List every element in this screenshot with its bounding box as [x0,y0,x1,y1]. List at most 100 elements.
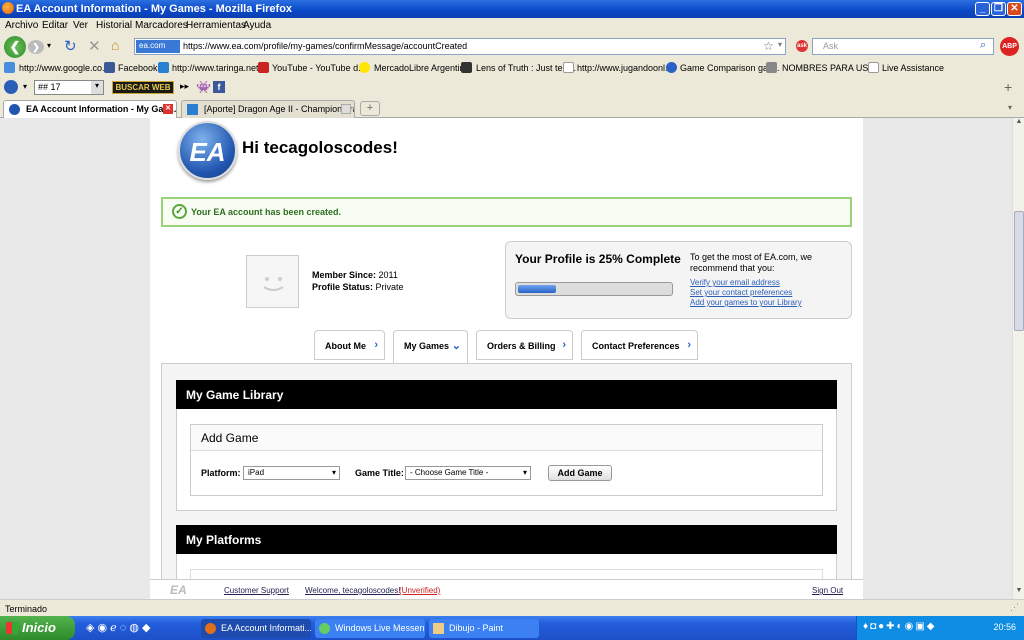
google-icon [4,62,15,73]
ask-engine-icon[interactable]: ask [796,40,808,52]
unverified-link[interactable]: (Unverified) [399,586,440,595]
ea-logo[interactable]: EA [178,121,237,180]
bookmark-taringa[interactable]: http://www.taringa.net/ [172,63,261,73]
tab-about-me-label: About Me [325,341,366,351]
dropdown-arrow-icon: ▾ [522,468,527,477]
grid-icon [766,62,777,73]
system-tray: ♦◘●✚◐◉▣◆ 20:56 [856,616,1024,640]
toolbar-arrows-icon[interactable]: ▸▸ [180,81,189,92]
close-button[interactable]: ✕ [1007,2,1022,16]
bookmark-lens-of-truth[interactable]: Lens of Truth : Just telli... [476,63,576,73]
toolbar-dropdown-icon[interactable]: ▾ [23,82,27,91]
tab-bar: EA Account Information - My Gam... ✕ [Ap… [0,98,1024,118]
combo-arrow-icon[interactable]: ▾ [91,81,103,94]
tab-list-icon[interactable]: ▾ [1008,103,1012,112]
menu-ver[interactable]: Ver [73,20,88,31]
bookmark-google[interactable]: http://www.google.co... [19,63,110,73]
stop-icon[interactable]: ✕ [88,37,101,55]
scroll-thumb[interactable] [1014,211,1024,331]
bookmark-live-assistance[interactable]: Live Assistance [882,63,944,73]
add-game-button[interactable]: Add Game [548,465,612,481]
my-platforms-header: My Platforms [176,525,837,554]
reload-icon[interactable]: ↻ [64,37,77,55]
youtube-icon [258,62,269,73]
tab-my-games[interactable]: My Games ⌄ [393,330,468,363]
chevron-right-icon: › [374,339,378,351]
bookmark-youtube[interactable]: YouTube - YouTube d... [272,63,366,73]
firefox-task-icon [205,623,216,634]
maximize-button[interactable]: ❐ [991,2,1006,16]
menu-marcadores[interactable]: Marcadores [135,20,188,31]
addon-toolbar: ▾ ## 17 ▾ BUSCAR WEB ▸▸ 👾 f + [0,77,1024,98]
site-identity-badge[interactable]: ea.com [136,40,180,53]
bookmark-facebook[interactable]: Facebook [118,63,158,73]
task-paint[interactable]: Dibujo - Paint [429,619,539,638]
verify-email-link[interactable]: Verify your email address [690,278,780,287]
task-firefox[interactable]: EA Account Informati... [201,619,311,638]
game-title-label: Game Title: [355,468,404,478]
welcome-text[interactable]: Welcome, tecagoloscodes! [305,586,400,595]
url-dropdown-icon[interactable]: ▾ [778,40,782,49]
tray-icons[interactable]: ♦◘●✚◐◉▣◆ [863,621,936,632]
tab-ea-account[interactable]: EA Account Information - My Gam... ✕ [3,100,177,118]
clock[interactable]: 20:56 [993,622,1016,632]
back-button[interactable]: ❮ [4,36,26,58]
menu-historial[interactable]: Historial [96,20,132,31]
menu-ayuda[interactable]: Ayuda [243,20,271,31]
sign-out-link[interactable]: Sign Out [812,586,843,595]
resize-grip-icon[interactable]: ⋰ [1010,602,1019,613]
footer-ea-logo[interactable]: EA [170,583,187,597]
customer-support-link[interactable]: Customer Support [224,586,289,595]
menu-editar[interactable]: Editar [42,20,68,31]
menu-herramientas[interactable]: Herramientas [186,20,246,31]
add-toolbar-icon[interactable]: + [1004,79,1012,95]
task-label: Dibujo - Paint [449,623,504,633]
tab-about-me[interactable]: About Me › [314,330,385,360]
history-dropdown-icon[interactable]: ▾ [47,41,51,50]
scroll-down-icon[interactable]: ▼ [1014,587,1024,598]
chevron-down-icon: ⌄ [451,340,461,352]
tab-orders-billing[interactable]: Orders & Billing › [476,330,573,360]
bookmark-mercadolibre[interactable]: MercadoLibre Argentin... [374,63,472,73]
avatar[interactable] [246,255,299,308]
toolbar-combo[interactable]: ## 17 ▾ [34,80,104,95]
forward-button[interactable]: ❯ [28,40,44,54]
contact-preferences-link[interactable]: Set your contact preferences [690,288,792,297]
scroll-up-icon[interactable]: ▲ [1014,118,1024,129]
tab-close-icon[interactable]: ✕ [163,104,173,114]
task-label: Windows Live Messen... [335,623,425,633]
windows-logo-icon [6,622,18,634]
start-button[interactable]: Inicio [0,616,75,640]
platform-value: iPad [248,468,265,477]
window-title-bar[interactable]: EA Account Information - My Games - Mozi… [0,0,1024,18]
star-icon[interactable]: ☆ [763,39,774,53]
tab-contact-preferences[interactable]: Contact Preferences › [581,330,698,360]
quicklaunch-icons[interactable]: ◈ ◉ ℯ ◌ ◍ ◆ [86,621,150,634]
search-input[interactable]: Ask ⌕ [812,38,994,55]
facebook-icon[interactable]: f [213,81,225,93]
search-icon[interactable]: ⌕ [980,39,986,52]
new-tab-button[interactable]: + [360,101,380,116]
bookmark-game-comparison[interactable]: Game Comparison gall... [680,63,780,73]
task-messenger[interactable]: Windows Live Messen... [315,619,425,638]
add-games-link[interactable]: Add your games to your Library [690,298,802,307]
chevron-right-icon: › [562,339,566,351]
vertical-scrollbar[interactable]: ▲ ▼ [1012,118,1024,599]
url-bar[interactable]: ea.com https://www.ea.com/profile/my-gam… [134,38,786,55]
profile-tip: To get the most of EA.com, we recommend … [690,252,813,273]
menu-archivo[interactable]: Archivo [5,20,38,31]
tab-close-icon[interactable] [341,104,351,114]
tab-dragon-age[interactable]: [Aporte] Dragon Age II - Champion Traile… [181,100,355,118]
add-game-box: Add Game [190,424,823,496]
adblock-icon[interactable]: ABP [1000,37,1019,56]
buscar-web-button[interactable]: BUSCAR WEB [112,81,174,94]
toolbar-logo-icon[interactable] [4,80,18,94]
platform-select[interactable]: iPad ▾ [243,466,340,480]
home-icon[interactable]: ⌂ [111,37,119,53]
paint-task-icon [433,623,444,634]
minimize-button[interactable]: _ [975,2,990,16]
game-title-select[interactable]: - Choose Game Title - ▾ [405,466,531,480]
bookmark-nombres[interactable]: NOMBRES PARA US... [782,63,876,73]
bookmark-jugandoonline[interactable]: http://www.jugandoonl... [577,63,673,73]
invader-icon[interactable]: 👾 [196,80,211,94]
